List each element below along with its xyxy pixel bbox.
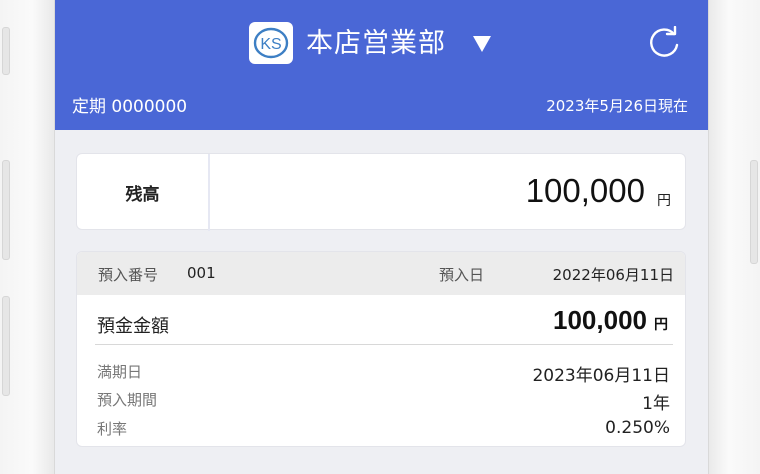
deposit-amount-value: 100,000: [553, 305, 647, 335]
maturity-date-label: 満期日: [97, 363, 143, 381]
maturity-date-value: 2023年06月11日: [532, 366, 670, 386]
logo-text: KS: [260, 36, 281, 53]
bank-logo: KS: [249, 22, 293, 64]
deposit-date-label: 預入日: [439, 266, 485, 284]
as-of-date: 2023年5月26日現在: [546, 97, 688, 115]
balance-label: 残高: [77, 154, 210, 231]
phone-side-button: [2, 160, 10, 260]
interest-rate-value: 0.250%: [605, 418, 670, 438]
deposit-card: 預入番号 001 預入日 2022年06月11日 預金金額 100,000 円 …: [76, 251, 686, 447]
interest-rate-label: 利率: [97, 420, 128, 438]
phone-side-button: [2, 27, 10, 75]
deposit-number-value: 001: [187, 264, 216, 282]
account-label: 定期 0000000: [72, 97, 188, 117]
refresh-icon[interactable]: [647, 26, 681, 60]
deposit-amount-unit: 円: [654, 317, 668, 333]
branch-title[interactable]: 本店営業部: [306, 24, 446, 64]
phone-frame-left: [0, 0, 54, 474]
balance-amount: 100,000: [525, 172, 645, 209]
phone-side-button: [750, 160, 758, 264]
app-header: KS 本店営業部 定期 0000000 2023年5月26日現在: [55, 0, 708, 130]
deposit-term-label: 預入期間: [97, 391, 158, 409]
balance-card: 残高 100,000 円: [76, 153, 686, 231]
deposit-amount-label: 預金金額: [97, 316, 169, 337]
divider: [95, 344, 673, 345]
ks-logo-icon: KS: [253, 27, 289, 59]
app-screen: KS 本店営業部 定期 0000000 2023年5月26日現在 残高 100,…: [54, 0, 709, 474]
phone-side-button: [2, 296, 10, 396]
balance-unit: 円: [657, 193, 671, 209]
deposit-card-header: 預入番号 001 預入日 2022年06月11日: [77, 252, 685, 295]
deposit-date-value: 2022年06月11日: [552, 266, 674, 284]
deposit-term-value: 1年: [642, 394, 670, 414]
deposit-number-label: 預入番号: [98, 266, 159, 284]
phone-frame-right: [708, 0, 760, 474]
caret-down-icon[interactable]: [472, 35, 492, 53]
